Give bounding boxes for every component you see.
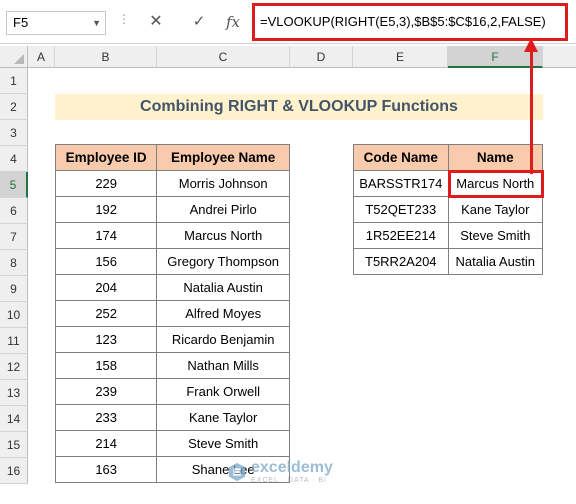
employee-id-cell[interactable]: 163 — [54, 456, 158, 483]
insert-function-icon[interactable]: fx — [222, 11, 244, 33]
employee-id-cell[interactable]: 229 — [54, 170, 158, 197]
employee-name-cell[interactable]: Andrei Pirlo — [156, 196, 290, 223]
employee-name-cell[interactable]: Ricardo Benjamin — [156, 326, 290, 353]
employee-id-cell[interactable]: 192 — [54, 196, 158, 223]
column-header-b[interactable]: B — [55, 46, 157, 68]
table-row: 204 Natalia Austin — [54, 274, 290, 301]
row-header-5[interactable]: 5 — [0, 172, 28, 198]
row-header-12[interactable]: 12 — [0, 354, 28, 380]
table-row: 123 Ricardo Benjamin — [54, 326, 290, 353]
table-row: 233 Kane Taylor — [54, 404, 290, 431]
row-header-16[interactable]: 16 — [0, 458, 28, 484]
table-row: 229 Morris Johnson — [54, 170, 290, 197]
chevron-down-icon[interactable]: ▼ — [92, 12, 101, 34]
header-employee-name[interactable]: Employee Name — [156, 144, 290, 171]
table-row: 174 Marcus North — [54, 222, 290, 249]
watermark-brand: exceldemy — [251, 459, 333, 476]
code-name-cell[interactable]: BARSSTR174 — [353, 170, 449, 197]
column-header-d[interactable]: D — [290, 46, 353, 68]
employee-name-cell[interactable]: Natalia Austin — [156, 274, 290, 301]
row-header-13[interactable]: 13 — [0, 380, 28, 406]
row-header-7[interactable]: 7 — [0, 224, 28, 250]
exceldemy-logo-icon — [228, 462, 246, 482]
employee-id-cell[interactable]: 214 — [54, 430, 158, 457]
employee-name-cell[interactable]: Steve Smith — [156, 430, 290, 457]
name-box[interactable]: F5 ▼ — [6, 11, 106, 35]
name-cell[interactable]: Natalia Austin — [447, 248, 544, 275]
name-cell[interactable]: Steve Smith — [447, 222, 544, 249]
employee-name-cell[interactable]: Nathan Mills — [156, 352, 290, 379]
table-row: 156 Gregory Thompson — [54, 248, 290, 275]
table-row: 158 Nathan Mills — [54, 352, 290, 379]
employee-table: Employee ID Employee Name 229 Morris John… — [54, 144, 290, 483]
row-header-15[interactable]: 15 — [0, 432, 28, 458]
employee-id-cell[interactable]: 174 — [54, 222, 158, 249]
formula-text: =VLOOKUP(RIGHT(E5,3),$B$5:$C$16,2,FALSE) — [260, 14, 546, 29]
name-cell[interactable]: Kane Taylor — [447, 196, 544, 223]
table-row: T5RR2A204 Natalia Austin — [353, 248, 544, 275]
employee-name-cell[interactable]: Kane Taylor — [156, 404, 290, 431]
watermark-tagline: EXCEL · DATA · BI — [251, 477, 327, 484]
column-header-a[interactable]: A — [28, 46, 55, 68]
more-options-icon[interactable]: ⋮ — [118, 12, 131, 26]
row-header-14[interactable]: 14 — [0, 406, 28, 432]
sheet-title[interactable]: Combining RIGHT & VLOOKUP Functions — [55, 94, 543, 120]
code-name-cell[interactable]: T5RR2A204 — [353, 248, 449, 275]
select-all-button[interactable] — [0, 46, 28, 68]
watermark: exceldemy EXCEL · DATA · BI — [226, 460, 333, 484]
row-header-11[interactable]: 11 — [0, 328, 28, 354]
formula-input[interactable]: =VLOOKUP(RIGHT(E5,3),$B$5:$C$16,2,FALSE) — [252, 3, 568, 41]
column-header-c[interactable]: C — [157, 46, 290, 68]
header-code-name[interactable]: Code Name — [353, 144, 449, 171]
employee-id-cell[interactable]: 158 — [54, 352, 158, 379]
select-all-triangle-icon — [14, 54, 24, 64]
table-row: 192 Andrei Pirlo — [54, 196, 290, 223]
callout-arrow-line — [530, 44, 533, 174]
row-header-3[interactable]: 3 — [0, 120, 28, 146]
selected-cell-highlight — [448, 170, 544, 198]
table-row: 1R52EE214 Steve Smith — [353, 222, 544, 249]
employee-name-cell[interactable]: Morris Johnson — [156, 170, 290, 197]
employee-name-cell[interactable]: Marcus North — [156, 222, 290, 249]
row-header-6[interactable]: 6 — [0, 198, 28, 224]
code-lookup-table: Code Name Name BARSSTR174 Marcus North T5… — [353, 144, 544, 275]
employee-name-cell[interactable]: Frank Orwell — [156, 378, 290, 405]
table-row: T52QET233 Kane Taylor — [353, 196, 544, 223]
employee-id-cell[interactable]: 156 — [54, 248, 158, 275]
formula-bar: F5 ▼ ⋮ ✕ ✓ fx =VLOOKUP(RIGHT(E5,3),$B$5:… — [0, 0, 576, 44]
enter-icon[interactable]: ✓ — [188, 11, 210, 33]
table-row: 239 Frank Orwell — [54, 378, 290, 405]
table-header-row: Code Name Name — [353, 144, 544, 171]
employee-id-cell[interactable]: 239 — [54, 378, 158, 405]
row-header-2[interactable]: 2 — [0, 94, 28, 120]
header-name[interactable]: Name — [447, 144, 544, 171]
header-employee-id[interactable]: Employee ID — [54, 144, 158, 171]
callout-arrow-head-icon — [524, 38, 538, 52]
table-header-row: Employee ID Employee Name — [54, 144, 290, 171]
row-header-8[interactable]: 8 — [0, 250, 28, 276]
employee-id-cell[interactable]: 123 — [54, 326, 158, 353]
watermark-text: exceldemy EXCEL · DATA · BI — [251, 459, 333, 485]
employee-id-cell[interactable]: 204 — [54, 274, 158, 301]
table-row: 252 Alfred Moyes — [54, 300, 290, 327]
cancel-icon[interactable]: ✕ — [145, 11, 167, 33]
table-row: 214 Steve Smith — [54, 430, 290, 457]
employee-name-cell[interactable]: Alfred Moyes — [156, 300, 290, 327]
name-box-value: F5 — [13, 15, 29, 30]
code-name-cell[interactable]: T52QET233 — [353, 196, 449, 223]
row-header-4[interactable]: 4 — [0, 146, 28, 172]
row-header-1[interactable]: 1 — [0, 68, 28, 94]
employee-id-cell[interactable]: 233 — [54, 404, 158, 431]
employee-id-cell[interactable]: 252 — [54, 300, 158, 327]
code-name-cell[interactable]: 1R52EE214 — [353, 222, 449, 249]
row-header-10[interactable]: 10 — [0, 302, 28, 328]
row-header-9[interactable]: 9 — [0, 276, 28, 302]
employee-name-cell[interactable]: Gregory Thompson — [156, 248, 290, 275]
column-header-blank — [543, 46, 576, 68]
column-header-e[interactable]: E — [353, 46, 448, 68]
